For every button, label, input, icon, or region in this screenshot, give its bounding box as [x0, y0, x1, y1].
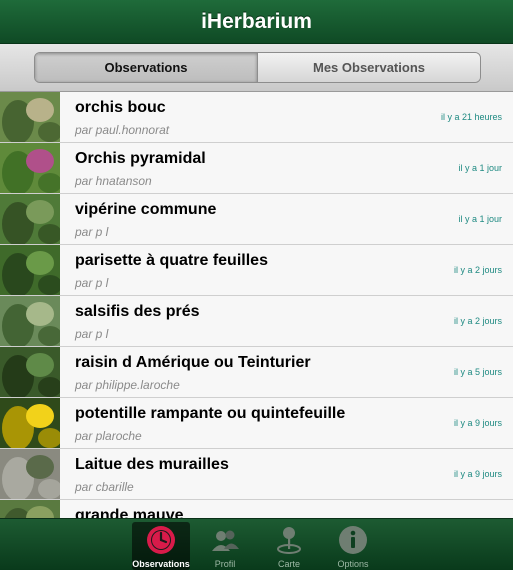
observation-author: par paul.honnorat — [75, 123, 170, 137]
observation-name: parisette à quatre feuilles — [75, 252, 268, 269]
tab-options-label: Options — [337, 559, 369, 569]
tab-carte[interactable]: Carte — [260, 522, 318, 570]
observation-thumbnail — [0, 500, 60, 518]
observation-name: Orchis pyramidal — [75, 150, 206, 167]
segment-bar: Observations Mes Observations — [0, 44, 513, 92]
observation-author: par p l — [75, 327, 109, 341]
observation-time: il y a 1 jour — [458, 214, 502, 224]
tab-profil[interactable]: Profil — [196, 522, 254, 570]
observation-name: salsifis des prés — [75, 303, 200, 320]
observation-name: potentille rampante ou quintefeuille — [75, 405, 346, 422]
observation-author: par hnatanson — [75, 174, 152, 188]
observation-thumbnail — [0, 245, 60, 295]
observation-name: raisin d Amérique ou Teinturier — [75, 354, 311, 371]
list-item[interactable]: vipérine commune par p l il y a 1 jour — [0, 194, 513, 245]
list-item[interactable]: Laitue des murailles par cbarille il y a 9… — [0, 449, 513, 500]
map-pin-icon — [277, 527, 301, 554]
observation-time: il y a 9 jours — [453, 469, 502, 479]
observation-thumbnail — [0, 398, 60, 448]
observation-thumbnail — [0, 449, 60, 499]
observation-time: il y a 1 jour — [458, 163, 502, 173]
app-title: iHerbarium — [201, 9, 312, 33]
observation-time: il y a 5 jours — [453, 367, 502, 377]
tab-profil-label: Profil — [214, 559, 236, 569]
tab-options[interactable]: Options — [324, 522, 382, 570]
observation-name: grande mauve — [75, 507, 184, 518]
observation-name: vipérine commune — [75, 201, 217, 218]
observation-author: par p l — [75, 225, 109, 239]
observation-author: par p l — [75, 276, 109, 290]
observation-time: il y a 2 jours — [453, 265, 502, 275]
list-item[interactable]: raisin d Amérique ou Teinturier par phili… — [0, 347, 513, 398]
observation-thumbnail — [0, 347, 60, 397]
observation-author: par cbarille — [75, 480, 134, 494]
observation-author: par philippe.laroche — [75, 378, 180, 392]
observation-time: il y a 2 jours — [453, 316, 502, 326]
navigation-bar: iHerbarium — [0, 0, 513, 44]
observation-author: par plaroche — [75, 429, 142, 443]
segment-observations[interactable]: Observations — [35, 53, 257, 82]
clock-icon — [147, 526, 175, 554]
app-screen: iHerbarium Observations Mes Observations… — [0, 0, 513, 570]
info-icon — [339, 526, 367, 554]
segmented-control: Observations Mes Observations — [34, 52, 481, 83]
people-icon — [212, 530, 239, 551]
observation-thumbnail — [0, 296, 60, 346]
list-item[interactable]: salsifis des prés par p l il y a 2 jours — [0, 296, 513, 347]
observation-time: il y a 9 jours — [453, 418, 502, 428]
list-item[interactable]: Orchis pyramidal par hnatanson il y a 1 jo… — [0, 143, 513, 194]
segment-mes-observations[interactable]: Mes Observations — [257, 53, 480, 82]
observation-time: il y a 21 heures — [440, 112, 502, 122]
list-item[interactable]: orchis bouc par paul.honnorat il y a 21 he… — [0, 92, 513, 143]
observation-name: orchis bouc — [75, 99, 166, 116]
list-item[interactable]: potentille rampante ou quintefeuille par … — [0, 398, 513, 449]
observation-thumbnail — [0, 92, 60, 142]
observation-thumbnail — [0, 143, 60, 193]
tab-bar: Observations Profil Carte Options — [0, 518, 513, 570]
list-item[interactable]: grande mauve — [0, 500, 513, 518]
tab-observations-label: Observations — [132, 559, 190, 569]
tab-observations[interactable]: Observations — [132, 522, 190, 570]
tab-carte-label: Carte — [277, 559, 300, 569]
observation-list[interactable]: orchis bouc par paul.honnorat il y a 21 he… — [0, 92, 513, 518]
list-item[interactable]: parisette à quatre feuilles par p l il y a… — [0, 245, 513, 296]
observation-name: Laitue des murailles — [75, 456, 229, 473]
observation-thumbnail — [0, 194, 60, 244]
